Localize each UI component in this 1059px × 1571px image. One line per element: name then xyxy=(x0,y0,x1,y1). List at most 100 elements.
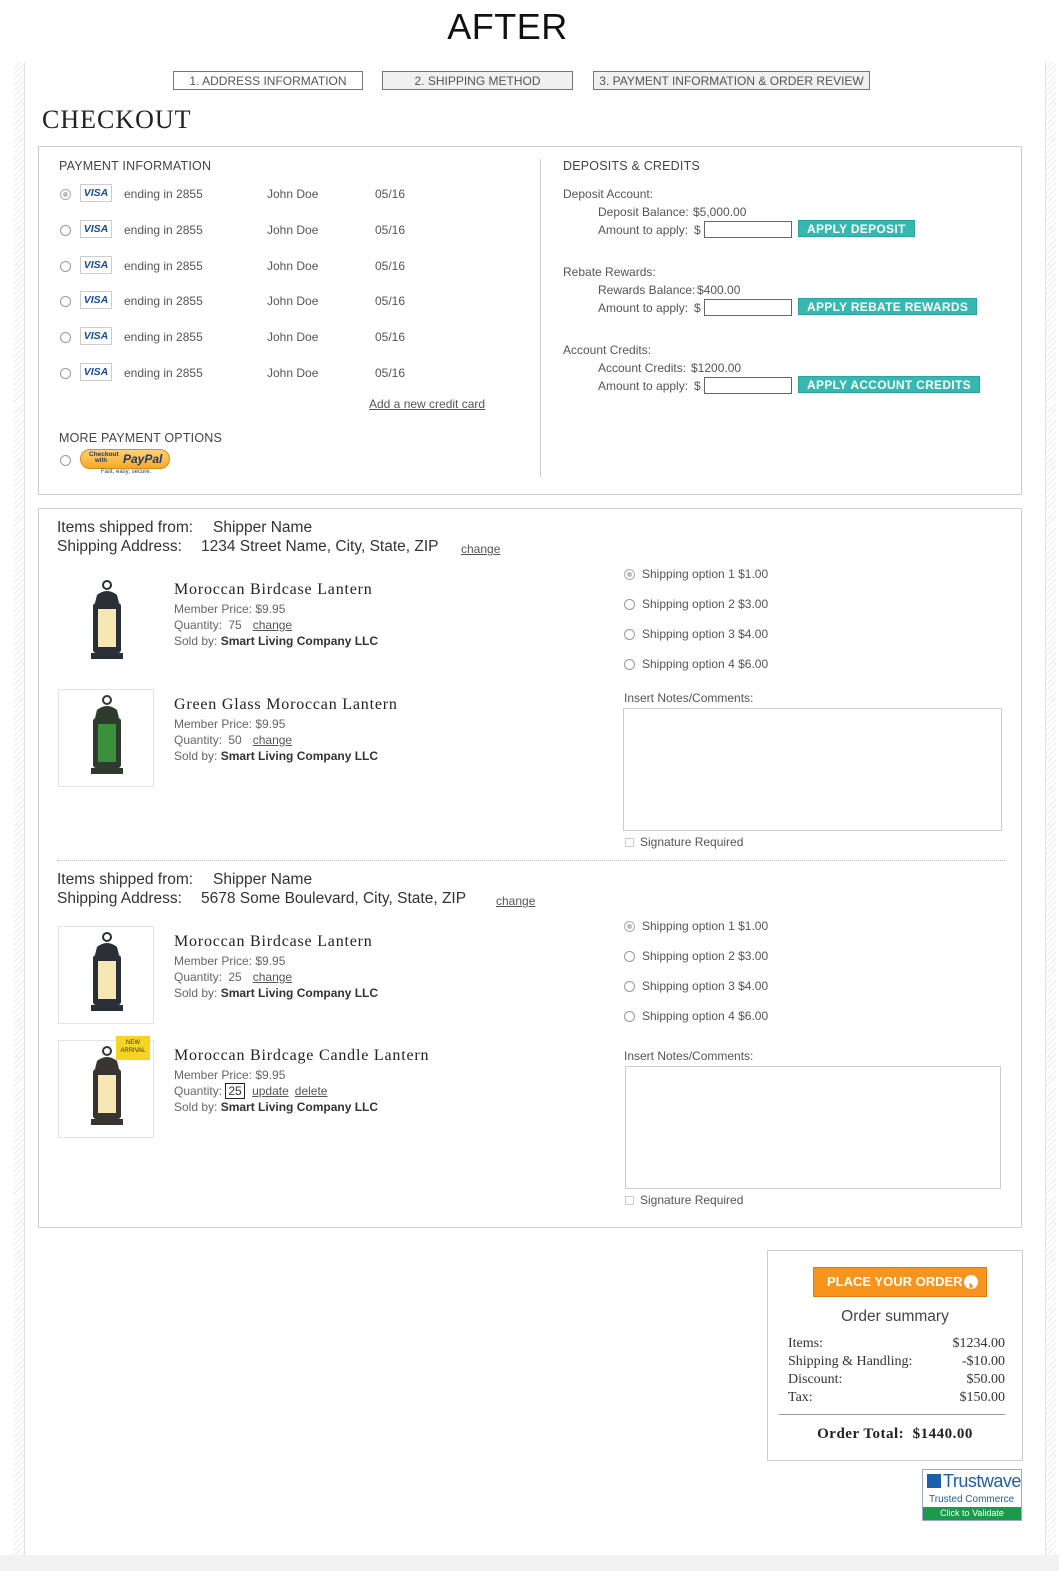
signature-checkbox[interactable] xyxy=(625,1196,634,1205)
trustwave-badge[interactable]: Trustwave Trusted Commerce Click to Vali… xyxy=(922,1469,1022,1521)
paypal-button[interactable]: Checkout with PayPal xyxy=(80,449,170,469)
shipping-option[interactable]: Shipping option 1 $1.00 xyxy=(642,567,768,581)
visa-card-icon: VISA xyxy=(80,291,112,310)
change-quantity-link[interactable]: change xyxy=(253,733,292,747)
quantity-row: Quantity: 75 change xyxy=(174,618,292,632)
product-image[interactable] xyxy=(58,926,154,1024)
apply-button[interactable]: APPLY DEPOSIT xyxy=(798,220,915,237)
shipping-option[interactable]: Shipping option 2 $3.00 xyxy=(642,597,768,611)
apply-button[interactable]: APPLY REBATE REWARDS xyxy=(798,298,978,315)
shipping-option[interactable]: Shipping option 4 $6.00 xyxy=(642,1009,768,1023)
signature-checkbox[interactable] xyxy=(625,838,634,847)
shipping-option[interactable]: Shipping option 4 $6.00 xyxy=(642,657,768,671)
sold-by-label: Sold by: xyxy=(174,1100,218,1114)
currency-symbol: $ xyxy=(694,301,701,315)
shipping-option-price: $1.00 xyxy=(738,919,769,933)
shipping-address-label: Shipping Address: xyxy=(57,890,182,907)
card-expiry: 05/16 xyxy=(375,222,406,237)
change-address-link[interactable]: change xyxy=(496,894,535,908)
shipping-option-label: Shipping option 2 xyxy=(642,597,735,611)
shipping-option[interactable]: Shipping option 3 $4.00 xyxy=(642,627,768,641)
shipping-option-price: $4.00 xyxy=(738,979,769,993)
quantity-label: Quantity: xyxy=(174,1084,223,1098)
card-radio[interactable] xyxy=(60,189,71,200)
quantity-label: Quantity: xyxy=(174,618,223,632)
visa-card-icon: VISA xyxy=(80,363,112,381)
product-name[interactable]: Green Glass Moroccan Lantern xyxy=(174,696,398,714)
change-address-link[interactable]: change xyxy=(461,542,500,556)
shipments-panel: Items shipped from: Shipper Name Shipping … xyxy=(38,508,1022,1228)
paypal-radio[interactable] xyxy=(60,455,71,466)
shipping-option[interactable]: Shipping option 3 $4.00 xyxy=(642,979,768,993)
apply-button[interactable]: APPLY ACCOUNT CREDITS xyxy=(798,376,980,393)
shipping-option-radio[interactable] xyxy=(624,1011,635,1022)
update-quantity-link[interactable]: update xyxy=(252,1084,289,1098)
amount-input[interactable] xyxy=(704,221,792,238)
amount-input[interactable] xyxy=(704,299,792,316)
sold-by-label: Sold by: xyxy=(174,634,218,648)
shipping-option[interactable]: Shipping option 1 $1.00 xyxy=(642,919,768,933)
more-payment-heading: MORE PAYMENT OPTIONS xyxy=(59,431,223,445)
change-quantity-link[interactable]: change xyxy=(253,618,292,632)
sold-by: Sold by: Smart Living Company LLC xyxy=(174,1100,378,1114)
shipping-option-label: Shipping option 2 xyxy=(642,949,735,963)
shipping-option-radio[interactable] xyxy=(624,981,635,992)
card-radio[interactable] xyxy=(60,368,71,379)
product-image[interactable] xyxy=(58,574,154,672)
seller-name: Smart Living Company LLC xyxy=(220,1100,379,1114)
product-name[interactable]: Moroccan Birdcase Lantern xyxy=(174,581,373,599)
shipper-name: Shipper Name xyxy=(213,871,313,888)
step-payment-review[interactable]: 3. PAYMENT INFORMATION & ORDER REVIEW xyxy=(593,71,870,90)
summary-row-label: Shipping & Handling: xyxy=(788,1354,913,1369)
delete-item-link[interactable]: delete xyxy=(295,1084,328,1098)
card-holder: John Doe xyxy=(267,366,319,380)
shipping-address-label: Shipping Address: xyxy=(57,538,182,555)
shipping-option-price: $6.00 xyxy=(738,1009,769,1023)
shipping-option-price: $3.00 xyxy=(738,949,769,963)
product-name[interactable]: Moroccan Birdcage Candle Lantern xyxy=(174,1047,429,1065)
step-address[interactable]: 1. ADDRESS INFORMATION xyxy=(173,71,363,90)
add-card-link[interactable]: Add a new credit card xyxy=(369,397,485,411)
quantity-value: 50 xyxy=(228,733,242,747)
sold-by: Sold by: Smart Living Company LLC xyxy=(174,749,378,763)
shipping-option-radio[interactable] xyxy=(624,599,635,610)
paypal-checkout-text: Checkout xyxy=(89,451,119,458)
shipping-option-label: Shipping option 4 xyxy=(642,657,735,671)
signature-label: Signature Required xyxy=(640,835,744,849)
lantern-icon xyxy=(91,580,123,659)
change-quantity-link[interactable]: change xyxy=(253,970,292,984)
notes-textarea[interactable] xyxy=(623,708,1002,831)
quantity-input[interactable]: 25 xyxy=(225,1083,245,1099)
notes-label: Insert Notes/Comments: xyxy=(624,691,754,705)
shipping-option-price: $4.00 xyxy=(738,627,769,641)
shipping-option-radio[interactable] xyxy=(624,951,635,962)
signature-label: Signature Required xyxy=(640,1193,744,1207)
card-ending: ending in 2855 xyxy=(124,294,203,309)
right-texture xyxy=(1046,62,1056,1562)
paypal-tagline: Fast, easy, secure. xyxy=(101,469,152,475)
place-order-button[interactable]: PLACE YOUR ORDER xyxy=(813,1267,987,1297)
card-expiry: 05/16 xyxy=(375,294,406,309)
step-shipping[interactable]: 2. SHIPPING METHOD xyxy=(382,71,573,90)
amount-input[interactable] xyxy=(704,377,792,394)
card-radio[interactable] xyxy=(60,332,71,344)
shipping-option-radio[interactable] xyxy=(624,629,635,640)
currency-symbol: $ xyxy=(694,379,701,393)
shipping-option[interactable]: Shipping option 2 $3.00 xyxy=(642,949,768,963)
product-name[interactable]: Moroccan Birdcase Lantern xyxy=(174,933,373,951)
shipping-option-radio[interactable] xyxy=(624,569,635,580)
lantern-icon xyxy=(91,932,123,1011)
card-radio[interactable] xyxy=(60,296,71,308)
payment-divider xyxy=(540,159,541,477)
currency-symbol: $ xyxy=(694,223,701,237)
notes-textarea[interactable] xyxy=(625,1066,1001,1189)
quantity-row: Quantity: 50 change xyxy=(174,733,292,747)
trustwave-cta: Click to Validate xyxy=(923,1507,1021,1520)
shipping-option-radio[interactable] xyxy=(624,659,635,670)
card-radio[interactable] xyxy=(60,224,71,236)
card-radio[interactable] xyxy=(60,260,71,272)
product-image[interactable] xyxy=(58,689,154,787)
member-price-label: Member Price: xyxy=(174,1068,253,1082)
member-price-value: $9.95 xyxy=(255,954,286,968)
shipping-option-radio[interactable] xyxy=(624,921,635,932)
